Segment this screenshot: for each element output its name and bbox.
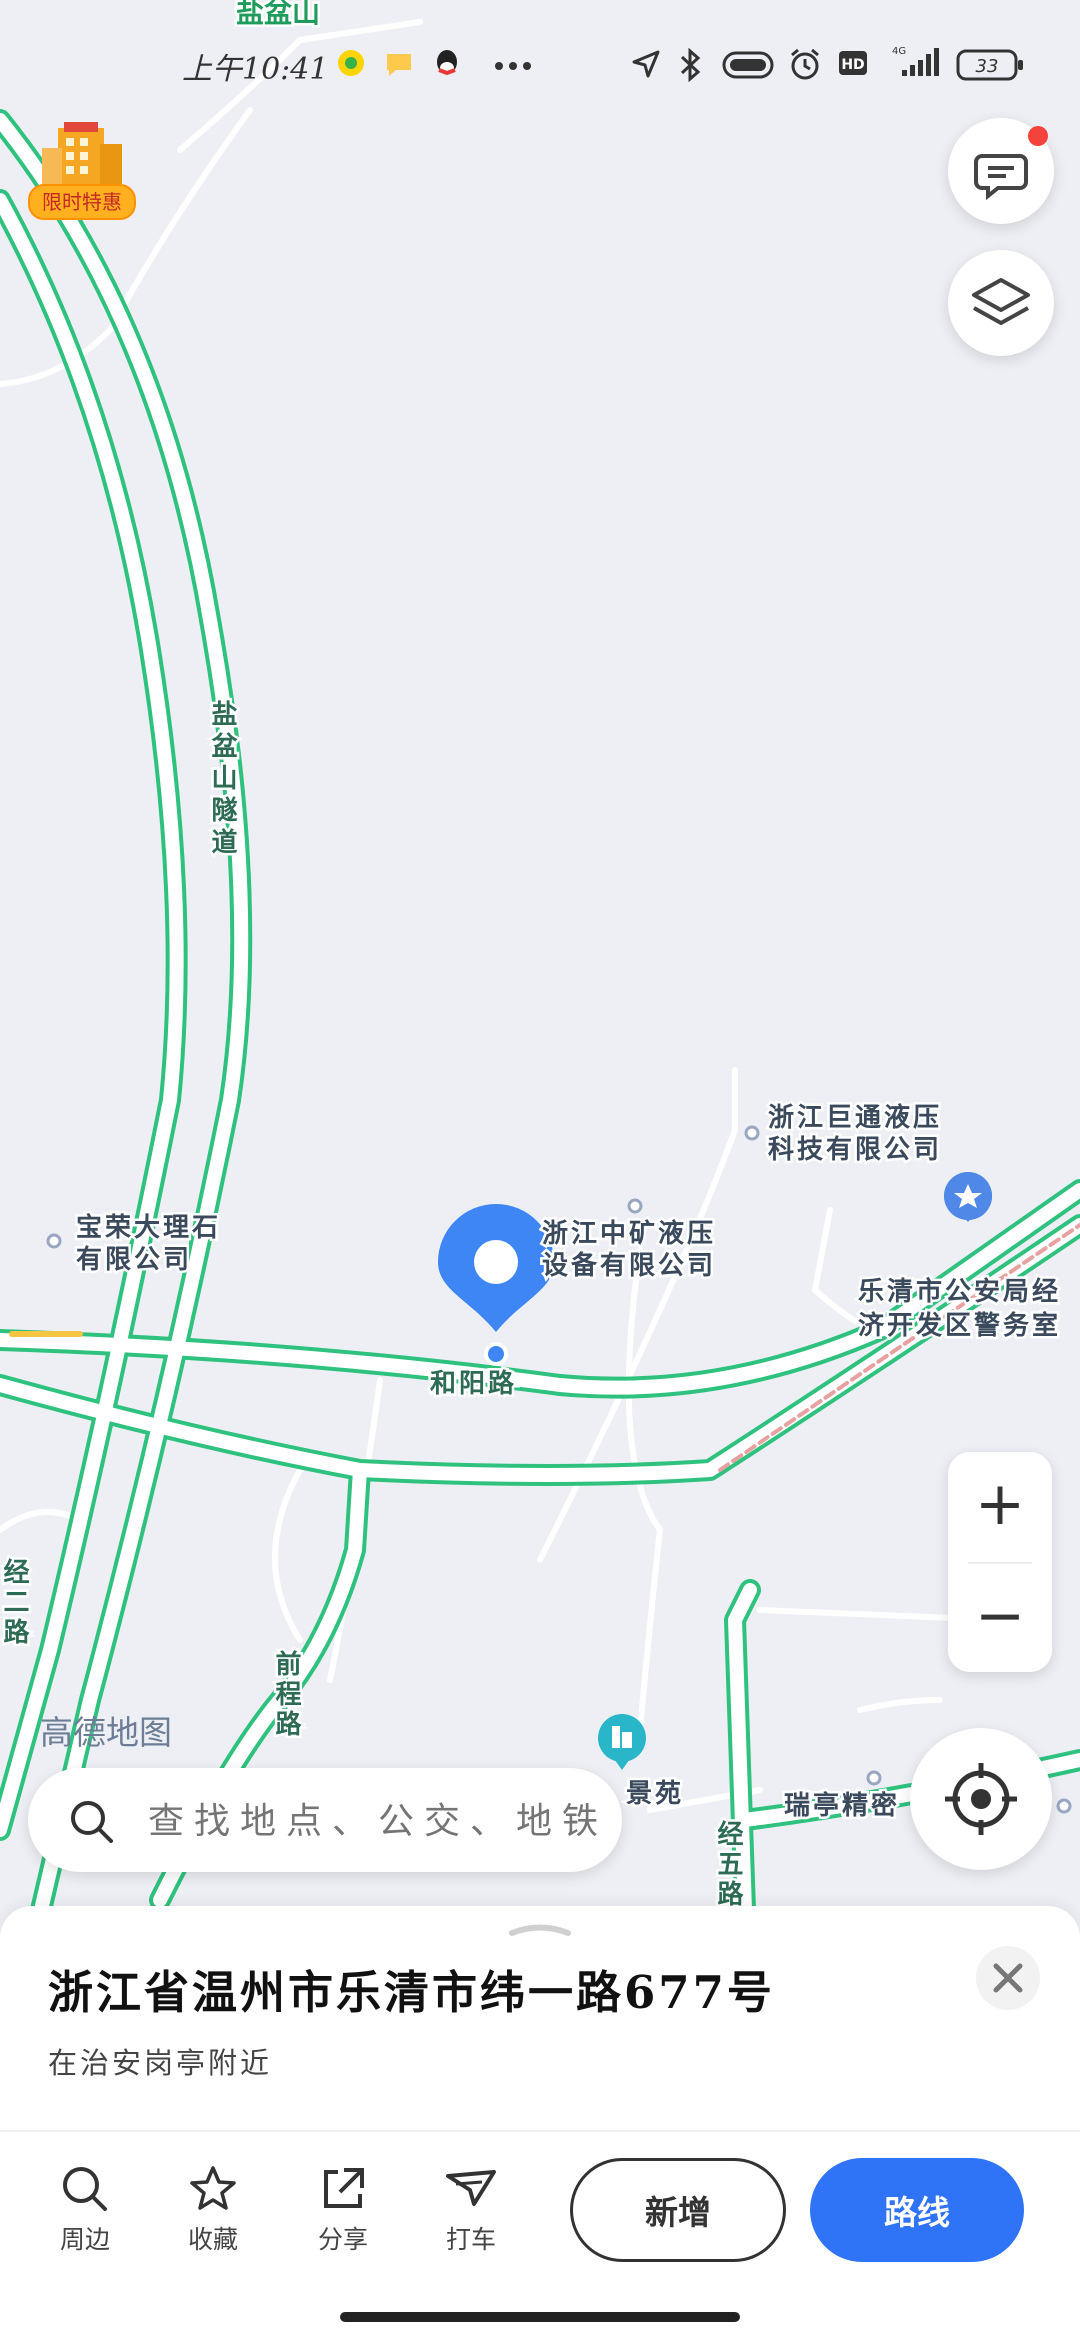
search-input[interactable] [146, 1792, 620, 1850]
zoom-in-button[interactable]: + [948, 1452, 1052, 1560]
action-taxi-label: 打车 [445, 2225, 496, 2254]
label-police-2: 济开发区警务室 [858, 1310, 1061, 1341]
promo-label: 限时特惠 [28, 184, 136, 220]
label-ruiting: 瑞亭精密 [784, 1790, 900, 1821]
search-icon [71, 1801, 113, 1843]
poi-dot-baorong[interactable] [46, 1233, 62, 1249]
label-tunnel: 盐盆山隧道 [207, 700, 237, 860]
label-zhongkuang-2: 设备有限公司 [542, 1251, 716, 1281]
hotel-icon [42, 122, 122, 184]
poi-dot-jutong[interactable] [744, 1125, 760, 1141]
svg-text:4G: 4G [892, 46, 906, 57]
close-icon [993, 1963, 1023, 1993]
layers-icon [972, 278, 1030, 325]
music-icon [336, 48, 366, 82]
close-button[interactable] [976, 1946, 1040, 2010]
taxi-icon [446, 2170, 496, 2206]
place-detail-sheet: 浙江省温州市乐清市纬一路677号 在治安岗亭附近 周边 收藏 分享 打车 新增 [0, 1906, 1080, 2340]
signal-icon: 4G [884, 44, 944, 84]
label-jingyuan: 景苑 [626, 1779, 684, 1809]
sheet-handle-icon[interactable] [508, 1922, 572, 1936]
message-icon [384, 48, 414, 82]
route-button[interactable]: 路线 [810, 2158, 1024, 2262]
search-bar[interactable] [28, 1768, 622, 1872]
message-button[interactable] [948, 118, 1054, 224]
label-baorong-2: 有限公司 [76, 1245, 192, 1275]
place-address: 浙江省温州市乐清市纬一路677号 [48, 1966, 775, 2019]
more-icon [494, 56, 534, 75]
chat-icon [974, 126, 1048, 201]
promo-hotel[interactable]: 限时特惠 [28, 118, 136, 222]
svg-text:33: 33 [976, 56, 999, 77]
label-heyang-road: 和阳路 [430, 1368, 517, 1399]
action-share-label: 分享 [317, 2225, 368, 2254]
label-jutong-2: 科技有限公司 [768, 1135, 942, 1165]
sheet-divider [0, 2130, 1080, 2132]
action-nearby-label: 周边 [59, 2225, 110, 2254]
label-police-1: 乐清市公安局经 [858, 1276, 1061, 1307]
label-jing5-road: 经五路 [713, 1819, 743, 1910]
battery-icon: 33 [956, 48, 1026, 86]
label-jing2-road: 经二路 [0, 1557, 29, 1648]
hd-icon: HD [838, 48, 868, 82]
notification-dot [1028, 126, 1048, 146]
svg-text:HD: HD [841, 57, 864, 73]
poi-dot-ruiting[interactable] [866, 1770, 882, 1786]
action-nearby[interactable]: 周边 [30, 2164, 140, 2256]
location-arrow-icon [630, 48, 662, 84]
layers-button[interactable] [948, 250, 1054, 356]
alarm-icon [788, 48, 822, 86]
poi-dot-zhongkuang[interactable] [627, 1198, 643, 1214]
label-jutong-1: 浙江巨通液压 [768, 1103, 942, 1133]
amap-logo: 高德地图 [40, 1713, 172, 1752]
zoom-out-button[interactable]: − [948, 1564, 1052, 1672]
label-qianlu-road: 前程路 [271, 1649, 301, 1740]
place-nearby: 在治安岗亭附近 [48, 2046, 273, 2080]
locate-button[interactable] [910, 1728, 1052, 1870]
bluetooth-icon [676, 47, 704, 86]
add-button[interactable]: 新增 [570, 2158, 786, 2262]
action-favorite-label: 收藏 [187, 2225, 238, 2254]
label-mountain: 盐盆山 [236, 0, 320, 29]
zoom-control: + − [948, 1452, 1052, 1672]
status-time: 上午10:41 [182, 52, 329, 87]
status-bar: 上午10:41 HD 4G 33 [0, 40, 1080, 90]
locate-icon [945, 1763, 1017, 1835]
action-share[interactable]: 分享 [288, 2164, 398, 2256]
star-icon [190, 2166, 236, 2210]
poi-dot-edge[interactable] [1056, 1798, 1072, 1814]
toggle-icon [722, 50, 774, 84]
label-baorong-1: 宝荣大理石 [76, 1212, 221, 1243]
action-favorite[interactable]: 收藏 [158, 2164, 268, 2256]
home-indicator[interactable] [340, 2312, 740, 2322]
action-taxi[interactable]: 打车 [416, 2164, 526, 2256]
share-icon [324, 2168, 364, 2208]
search-icon [63, 2167, 107, 2211]
qq-icon [432, 48, 462, 86]
label-zhongkuang-1: 浙江中矿液压 [542, 1218, 716, 1249]
